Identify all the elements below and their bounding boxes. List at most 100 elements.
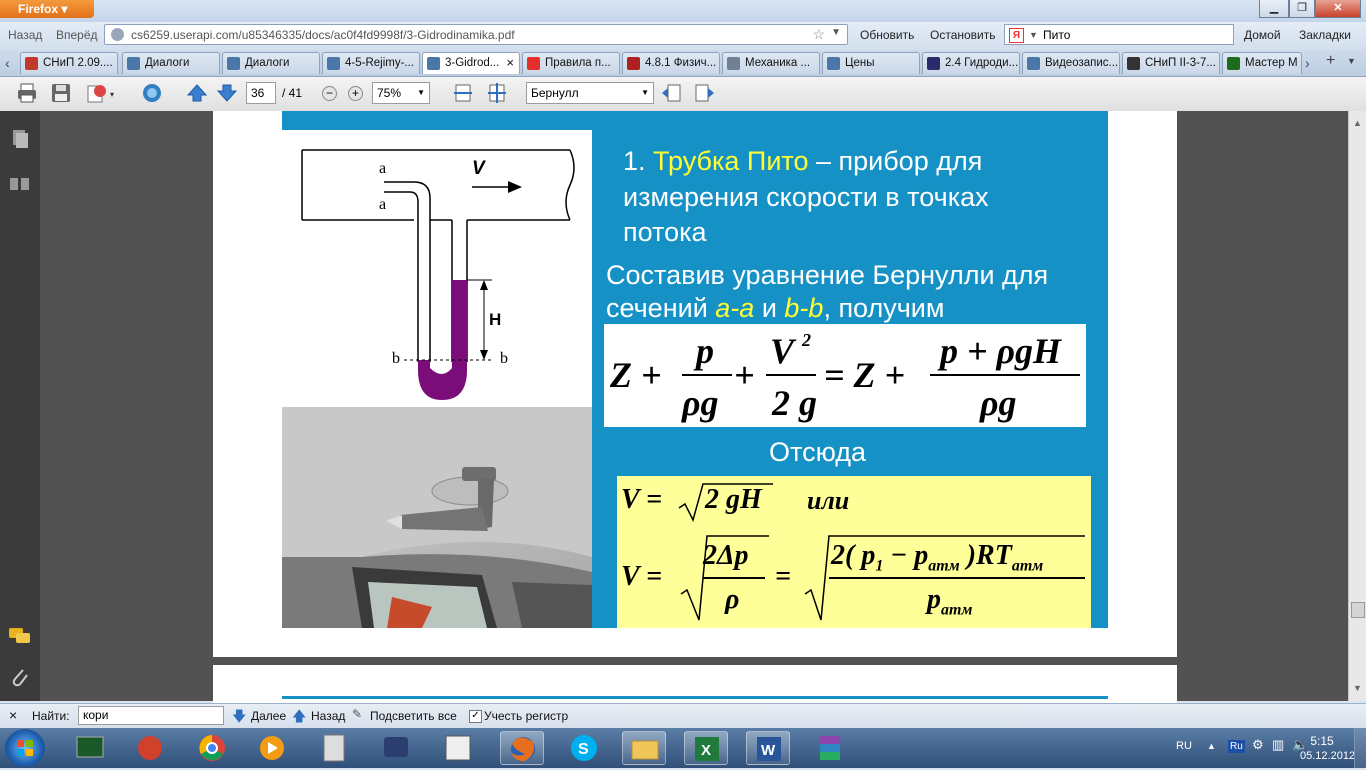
export-icon[interactable]: ▾ bbox=[86, 82, 114, 104]
v-frac2-num-a: 2( p bbox=[831, 540, 876, 571]
find-input[interactable]: кори bbox=[78, 706, 224, 725]
pages-panel-icon[interactable] bbox=[10, 128, 30, 151]
next-page-icon[interactable] bbox=[216, 82, 238, 104]
tray-app-icon[interactable]: ⚙ bbox=[1252, 737, 1264, 753]
show-desktop-button[interactable] bbox=[1354, 728, 1366, 768]
page-total: / 41 bbox=[282, 86, 303, 100]
tray-arrow-icon[interactable]: ▲ bbox=[1207, 741, 1216, 751]
print-icon[interactable] bbox=[16, 82, 38, 104]
start-button[interactable] bbox=[5, 729, 45, 767]
browser-tab[interactable]: Диалоги bbox=[222, 52, 320, 74]
forward-button[interactable]: Вперёд bbox=[56, 28, 98, 42]
bookmarks-button[interactable]: Закладки bbox=[1299, 28, 1351, 42]
scrollbar-thumb[interactable] bbox=[1351, 602, 1365, 618]
search-box[interactable]: Я ▼ Пито bbox=[1004, 24, 1234, 45]
taskbar-app-word-icon[interactable]: W bbox=[746, 731, 790, 765]
reload-button[interactable]: Обновить bbox=[860, 28, 914, 42]
findbar-close-icon[interactable]: × bbox=[9, 707, 17, 723]
browser-tab[interactable]: СНиП II-3-7... bbox=[1122, 52, 1220, 74]
zoom-in-icon[interactable]: + bbox=[348, 86, 363, 101]
taskbar-app-winrar-icon[interactable] bbox=[808, 731, 852, 765]
tabs-scroll-left-icon[interactable]: ‹ bbox=[5, 55, 10, 71]
taskbar-app-explorer-icon[interactable] bbox=[622, 731, 666, 765]
slide-heading-line1: 1. Трубка Пито – прибор для bbox=[623, 144, 982, 178]
taskbar-app-chrome-icon[interactable] bbox=[190, 731, 234, 765]
tab-label: Мастер М bbox=[1245, 57, 1298, 69]
save-icon[interactable] bbox=[50, 82, 72, 104]
taskbar-app-ccleaner-icon[interactable] bbox=[128, 731, 172, 765]
find-prev-arrow-icon[interactable]: 🡅 bbox=[292, 706, 306, 730]
browser-tab[interactable]: Цены bbox=[822, 52, 920, 74]
back-button[interactable]: Назад bbox=[8, 28, 42, 42]
browser-tab[interactable]: 4.8.1 Физич... bbox=[622, 52, 720, 74]
taskbar-app-monitor-icon[interactable] bbox=[68, 731, 112, 765]
fit-page-icon[interactable] bbox=[486, 82, 508, 104]
clock-time[interactable]: 5:15 bbox=[1302, 734, 1342, 748]
zoom-select[interactable]: 75% ▼ bbox=[372, 82, 430, 104]
tabs-scroll-right-icon[interactable]: › bbox=[1305, 55, 1310, 71]
share-icon[interactable] bbox=[140, 82, 162, 104]
browser-tab[interactable]: 3-Gidrod... × bbox=[422, 52, 520, 74]
taskbar-app-media-player-icon[interactable] bbox=[250, 731, 294, 765]
taskbar-app-firefox-icon[interactable] bbox=[500, 731, 544, 765]
network-icon[interactable]: ▥ bbox=[1272, 737, 1284, 753]
browser-tab[interactable]: Правила п... bbox=[522, 52, 620, 74]
firefox-menu-button[interactable]: Firefox ▾ bbox=[0, 0, 94, 18]
clock-date[interactable]: 05.12.2012 bbox=[1300, 750, 1355, 762]
find-next-arrow-icon[interactable]: 🡇 bbox=[232, 706, 246, 730]
tab-list-icon[interactable]: ▼ bbox=[1347, 56, 1356, 66]
scroll-down-icon[interactable]: ▼ bbox=[1353, 683, 1362, 693]
stop-button[interactable]: Остановить bbox=[930, 28, 996, 42]
text-line2-post: , получим bbox=[823, 293, 945, 323]
pdf-side-panel bbox=[0, 111, 40, 701]
v-frac2-bar bbox=[829, 577, 1085, 579]
taskbar-app-calendar-icon[interactable] bbox=[436, 731, 480, 765]
home-button[interactable]: Домой bbox=[1244, 28, 1281, 42]
paperclip-icon[interactable] bbox=[10, 666, 30, 691]
find-previous-icon[interactable] bbox=[660, 82, 682, 104]
tab-label: Цены bbox=[845, 57, 875, 69]
zoom-dropdown-icon: ▼ bbox=[417, 88, 425, 97]
label-a-bottom: a bbox=[379, 196, 387, 213]
browser-tab[interactable]: Механика ... bbox=[722, 52, 820, 74]
attachments-panel-icon[interactable] bbox=[8, 172, 32, 195]
tab-close-icon[interactable]: × bbox=[506, 53, 514, 73]
find-next-icon[interactable] bbox=[694, 82, 716, 104]
dropdown-arrow-icon[interactable]: ▼ bbox=[831, 27, 841, 38]
close-window-button[interactable]: ✕ bbox=[1315, 0, 1361, 18]
pdf-search-input[interactable]: Бернулл ▼ bbox=[526, 82, 654, 104]
zoom-out-icon[interactable]: − bbox=[322, 86, 337, 101]
tab-label: 2.4 Гидроди... bbox=[945, 57, 1019, 69]
match-case-checkbox[interactable]: ✓ bbox=[469, 710, 482, 723]
taskbar-app-kmplayer-icon[interactable] bbox=[374, 731, 418, 765]
scroll-up-icon[interactable]: ▲ bbox=[1353, 118, 1362, 128]
browser-tab[interactable]: 4-5-Rejimy-... bbox=[322, 52, 420, 74]
previous-page-icon[interactable] bbox=[186, 82, 208, 104]
tab-label: 3-Gidrod... bbox=[445, 57, 500, 69]
page-number-input[interactable]: 36 bbox=[246, 82, 276, 104]
lang-badge[interactable]: Ru bbox=[1228, 740, 1245, 753]
url-bar[interactable]: cs6259.userapi.com/u85346335/docs/ac0f4f… bbox=[104, 24, 848, 45]
comments-icon[interactable] bbox=[8, 626, 32, 649]
browser-tab[interactable]: Видеозапис... bbox=[1022, 52, 1120, 74]
minimize-button[interactable]: ▁ bbox=[1259, 0, 1289, 18]
browser-tab[interactable]: Мастер М bbox=[1222, 52, 1302, 74]
taskbar-app-calculator-icon[interactable] bbox=[312, 731, 356, 765]
tab-favicon-icon bbox=[1027, 57, 1040, 70]
engine-dropdown-icon[interactable]: ▼ bbox=[1029, 30, 1038, 40]
find-next-button[interactable]: Далее bbox=[251, 709, 286, 723]
browser-tab[interactable]: СНиП 2.09.... bbox=[20, 52, 118, 74]
star-icon[interactable]: ☆ bbox=[812, 26, 825, 43]
taskbar-app-skype-icon[interactable]: S bbox=[562, 731, 606, 765]
photo-illustration bbox=[282, 407, 592, 628]
vertical-scrollbar[interactable]: ▲ ▼ bbox=[1348, 111, 1366, 701]
browser-tab[interactable]: Диалоги bbox=[122, 52, 220, 74]
taskbar-app-excel-icon[interactable]: X bbox=[684, 731, 728, 765]
language-indicator[interactable]: RU bbox=[1176, 740, 1192, 752]
fit-width-icon[interactable] bbox=[452, 82, 474, 104]
browser-tab[interactable]: 2.4 Гидроди... bbox=[922, 52, 1020, 74]
find-prev-button[interactable]: Назад bbox=[311, 709, 345, 723]
new-tab-button[interactable]: + bbox=[1326, 52, 1335, 70]
maximize-button[interactable]: ❐ bbox=[1289, 0, 1315, 18]
highlight-all-button[interactable]: Подсветить все bbox=[370, 709, 457, 723]
